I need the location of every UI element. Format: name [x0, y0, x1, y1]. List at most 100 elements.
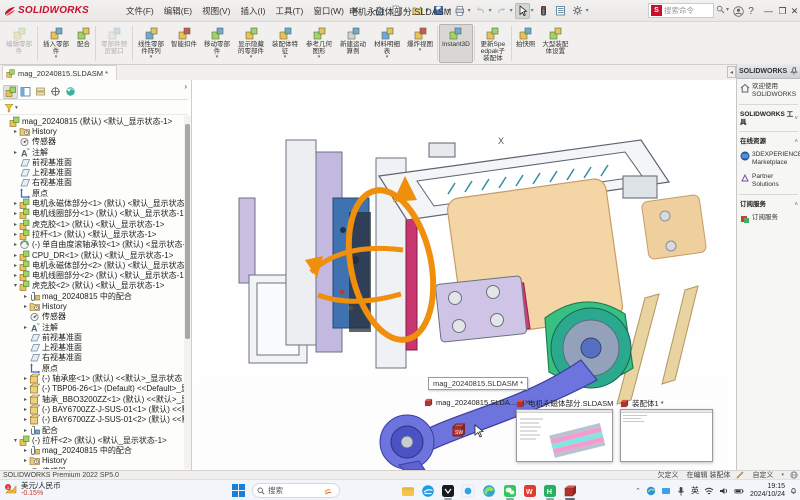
tree-expanded-icon[interactable]: ▾	[12, 282, 19, 289]
tree-item[interactable]: ▸电机线圈部分<2> (默认) <默认_显示状态-1>	[0, 270, 184, 280]
edge-taskbar-button[interactable]	[481, 483, 497, 498]
ribbon-button-9[interactable]: 装配体特征▾	[268, 24, 302, 63]
save-button[interactable]	[431, 3, 446, 19]
tree-item[interactable]: ▸History	[0, 126, 184, 136]
taskpane-subscription-link[interactable]: 订阅服务	[737, 210, 800, 226]
tree-collapsed-icon[interactable]: ▸	[22, 416, 29, 423]
rebuild-button[interactable]	[536, 3, 551, 19]
notification-bell-icon[interactable]	[789, 486, 798, 495]
tree-item[interactable]: 右视基准面	[0, 353, 184, 363]
tree-item[interactable]: 传感器	[0, 312, 184, 322]
dropdown-caret-icon[interactable]: ▾	[531, 7, 534, 14]
select-button[interactable]	[515, 3, 530, 19]
tree-item[interactable]: ▸mag_20240815 中的配合	[0, 446, 184, 456]
tree-collapsed-icon[interactable]: ▸	[22, 303, 29, 310]
home-button[interactable]	[372, 3, 387, 19]
tree-collapsed-icon[interactable]: ▸	[12, 210, 19, 217]
new-document-button[interactable]	[389, 3, 404, 19]
document-tab[interactable]: mag_20240815.SLDASM *	[2, 65, 117, 80]
tree-collapsed-icon[interactable]: ▸	[12, 241, 19, 248]
weather-stock-widget[interactable]: 1 美元/人民币 -0.15%	[4, 481, 61, 498]
tree-collapsed-icon[interactable]: ▸	[22, 324, 29, 331]
taskpane-marketplace-link[interactable]: 3DEXPERIENCE Marketplace	[737, 147, 800, 169]
search-magnifier-icon[interactable]: ▾	[716, 5, 730, 14]
tree-item[interactable]: ▸(-) 单自由度滚轴承铰<1> (默认) <显示状态-1>	[0, 240, 184, 250]
print-button[interactable]	[452, 3, 467, 19]
tree-item[interactable]: ▸(-) BAY6700ZZ-J-SUS-01<1> (默认) <<默认>_显示…	[0, 404, 184, 414]
ribbon-button-7[interactable]: 移动零部件▾	[200, 24, 234, 63]
tree-item[interactable]: 前视基准面	[0, 332, 184, 342]
tree-collapsed-icon[interactable]: ▸	[22, 457, 29, 464]
customize-caret-icon[interactable]: ▾	[781, 472, 784, 478]
tree-item[interactable]: 传感器	[0, 466, 184, 469]
tree-collapsed-icon[interactable]: ▸	[22, 375, 29, 382]
volume-icon[interactable]	[719, 486, 729, 496]
tree-collapsed-icon[interactable]: ▸	[12, 272, 19, 279]
help-icon[interactable]: ?	[744, 0, 758, 22]
taskpane-partner-link[interactable]: Partner Solutions	[737, 169, 800, 191]
tree-item[interactable]: ▸拉杆<1> (默认) <默认_显示状态-1>	[0, 229, 184, 239]
tray-cloud-icon[interactable]	[661, 486, 671, 496]
pin-icon[interactable]: ✚	[348, 4, 361, 17]
ribbon-button-3[interactable]: 配合	[73, 24, 94, 63]
feature-tree-tab[interactable]	[3, 85, 18, 99]
thumbnail-header-3[interactable]: 装配体1 *	[620, 398, 664, 409]
tree-collapsed-icon[interactable]: ▸	[12, 252, 19, 259]
tree-item[interactable]: ▾(-) 拉杆<2> (默认) <默认_显示状态-1>	[0, 435, 184, 445]
dimxpert-manager-tab[interactable]	[48, 85, 63, 99]
tree-item[interactable]: 传感器	[0, 137, 184, 147]
tree-filter-bar[interactable]: ▾	[0, 102, 188, 115]
taskpane-subscription-section[interactable]: 订阅服务 ˄	[737, 198, 800, 210]
thumbnail-preview-3[interactable]	[620, 409, 713, 462]
ww-app-taskbar-button[interactable]: W	[522, 483, 538, 498]
configuration-manager-tab[interactable]	[33, 85, 48, 99]
tree-item[interactable]: ▸虎克胶<1> (默认) <默认_显示状态-1>	[0, 219, 184, 229]
tree-item[interactable]: ▸(-) 轴承座<1> (默认) <<默认>_显示状态 1>	[0, 373, 184, 383]
tree-collapsed-icon[interactable]: ▸	[12, 262, 19, 269]
display-manager-tab[interactable]	[63, 85, 78, 99]
tree-item[interactable]: ▸A注解	[0, 147, 184, 157]
tree-item[interactable]: 上视基准面	[0, 343, 184, 353]
restore-button[interactable]: ❐	[776, 0, 789, 22]
files-taskbar-button[interactable]	[400, 483, 416, 498]
flyout-expand-icon[interactable]: ›	[184, 82, 187, 91]
tree-item[interactable]: mag_20240815 (默认) <默认_显示状态-1>	[0, 116, 184, 126]
thumbnail-preview-2[interactable]	[516, 409, 613, 462]
minimize-button[interactable]: —	[762, 0, 775, 22]
tree-item[interactable]: ▸电机线圈部分<1> (默认) <默认_显示状态-1>	[0, 209, 184, 219]
tree-item[interactable]: 原点	[0, 188, 184, 198]
tree-item[interactable]: ▸轴承_BBO3200ZZ<1> (默认) <<默认>_显示状态 1>	[0, 394, 184, 404]
tree-item[interactable]: 原点	[0, 363, 184, 373]
tree-collapsed-icon[interactable]: ▸	[12, 231, 19, 238]
ribbon-button-2[interactable]: 插入零部件▾	[39, 24, 73, 63]
dropdown-caret-icon[interactable]: ▾	[489, 7, 492, 14]
close-button[interactable]: ✕	[789, 0, 800, 22]
tree-scrollbar-thumb[interactable]	[185, 124, 190, 339]
dev-app-taskbar-button[interactable]	[440, 483, 456, 498]
dropdown-caret-icon[interactable]: ▾	[468, 7, 471, 14]
dropdown-caret-icon[interactable]: ▾	[405, 7, 408, 14]
ribbon-button-11[interactable]: 新建运动算例	[336, 24, 370, 63]
solidworks-taskbar-button[interactable]	[562, 483, 578, 498]
ie-browser-taskbar-button[interactable]	[420, 483, 436, 498]
tree-item[interactable]: 上视基准面	[0, 167, 184, 177]
start-button[interactable]	[232, 484, 245, 500]
tree-collapsed-icon[interactable]: ▸	[22, 406, 29, 413]
tray-microphone-icon[interactable]	[676, 486, 686, 496]
dropdown-caret-icon[interactable]: ▾	[510, 7, 513, 14]
taskpane-tools-section[interactable]: SOLIDWORKS 工具 ˅	[737, 108, 800, 128]
tree-item[interactable]: ▸配合	[0, 425, 184, 435]
ribbon-button-12[interactable]: 材料明细表▾	[370, 24, 404, 63]
file-properties-button[interactable]	[553, 3, 568, 19]
taskbar-search[interactable]: 搜索	[252, 483, 340, 498]
thumbnail-header-2[interactable]: 电机永磁体部分.SLDASM	[516, 398, 613, 409]
tree-scrollbar[interactable]	[184, 116, 191, 469]
ime-indicator[interactable]: 英	[691, 485, 699, 496]
tree-collapsed-icon[interactable]: ▸	[12, 149, 19, 156]
taskpane-collapse-button[interactable]: ◂	[727, 66, 736, 78]
dropdown-caret-icon[interactable]: ▾	[586, 7, 589, 14]
tree-item[interactable]: ▸History	[0, 301, 184, 311]
tray-expand-icon[interactable]: ⌃	[635, 487, 641, 495]
ribbon-button-10[interactable]: 参考几何图形▾	[302, 24, 336, 63]
ribbon-button-6[interactable]: 智能扣件	[168, 24, 200, 63]
